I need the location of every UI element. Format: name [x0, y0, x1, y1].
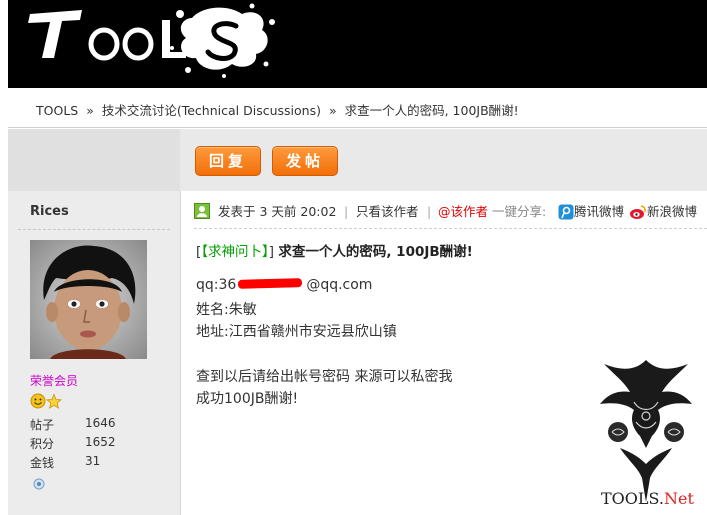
at-author-link[interactable]: @该作者: [438, 203, 488, 221]
stat-posts-label: 帖子: [30, 418, 55, 432]
meta-separator: |: [427, 204, 432, 219]
user-group[interactable]: 荣誉会员: [30, 372, 78, 389]
post-name-line: 姓名:朱敏: [196, 302, 257, 318]
qq-prefix: qq:36: [196, 277, 237, 293]
post-title: [【求神问卜】] 求查一个人的密码, 100JB酬谢!: [196, 244, 473, 260]
stat-points-value[interactable]: 1652: [85, 435, 116, 449]
sidebar-divider: [180, 191, 181, 515]
breadcrumb-bar: TOOLS » 技术交流讨论(Technical Discussions) » …: [8, 88, 707, 128]
username[interactable]: Rices: [30, 204, 69, 219]
user-rank-icons: [30, 393, 66, 413]
stat-money-value: 31: [85, 454, 101, 468]
qq-suffix: @qq.com: [306, 277, 373, 293]
username-divider: [18, 229, 170, 230]
breadcrumb: TOOLS » 技术交流讨论(Technical Discussions) » …: [36, 100, 519, 119]
avatar[interactable]: [30, 240, 147, 359]
online-author-icon: [194, 203, 210, 219]
post-meta: 发表于 3 天前 20:02 | 只看该作者 | @该作者 一键分享: 腾讯微博…: [194, 203, 707, 223]
stat-money-label: 金钱: [30, 456, 55, 470]
breadcrumb-separator: »: [86, 103, 94, 118]
star-icon: [45, 393, 63, 409]
share-label: 一键分享:: [492, 204, 547, 219]
breadcrumb-thread[interactable]: 求查一个人的密码, 100JB酬谢!: [345, 103, 519, 118]
post-category-tag[interactable]: 【求神问卜】: [201, 244, 269, 260]
meta-divider: [194, 228, 707, 229]
tencent-weibo-icon[interactable]: [558, 204, 574, 220]
share-tencent-weibo[interactable]: 腾讯微博: [574, 203, 624, 221]
only-author-link[interactable]: 只看该作者: [356, 203, 419, 221]
breadcrumb-home[interactable]: TOOLS: [36, 103, 78, 118]
site-header: [0, 0, 707, 88]
stat-posts-value[interactable]: 1646: [85, 416, 116, 430]
smiley-icon: [30, 393, 46, 409]
tribal-watermark-icon: [600, 360, 692, 502]
post-thanks-line: 成功100JB酬谢!: [196, 391, 299, 407]
tools-logo[interactable]: [20, 0, 280, 80]
breadcrumb-forum[interactable]: 技术交流讨论(Technical Discussions): [102, 103, 321, 118]
sina-weibo-icon[interactable]: [629, 204, 647, 220]
meta-separator: |: [344, 204, 349, 219]
post-request-line: 查到以后请给出帐号密码 来源可以私密我: [196, 369, 453, 385]
watermark-text: TOOLS.Net: [601, 489, 694, 508]
breadcrumb-separator: »: [328, 103, 337, 118]
stat-points-label: 积分: [30, 437, 55, 451]
redaction-mark: [237, 278, 303, 289]
post-time: 发表于 3 天前 20:02: [218, 204, 337, 219]
reply-button[interactable]: 回复: [195, 146, 261, 176]
header-edge: [0, 0, 8, 88]
post-address-line: 地址:江西省赣州市安远县欣山镇: [196, 324, 397, 340]
toolbar-band-left: [8, 129, 180, 191]
new-post-button[interactable]: 发帖: [272, 146, 338, 176]
online-status-icon[interactable]: [33, 478, 45, 490]
share-sina-weibo[interactable]: 新浪微博: [647, 203, 697, 221]
post-title-text: 求查一个人的密码, 100JB酬谢!: [278, 244, 473, 260]
